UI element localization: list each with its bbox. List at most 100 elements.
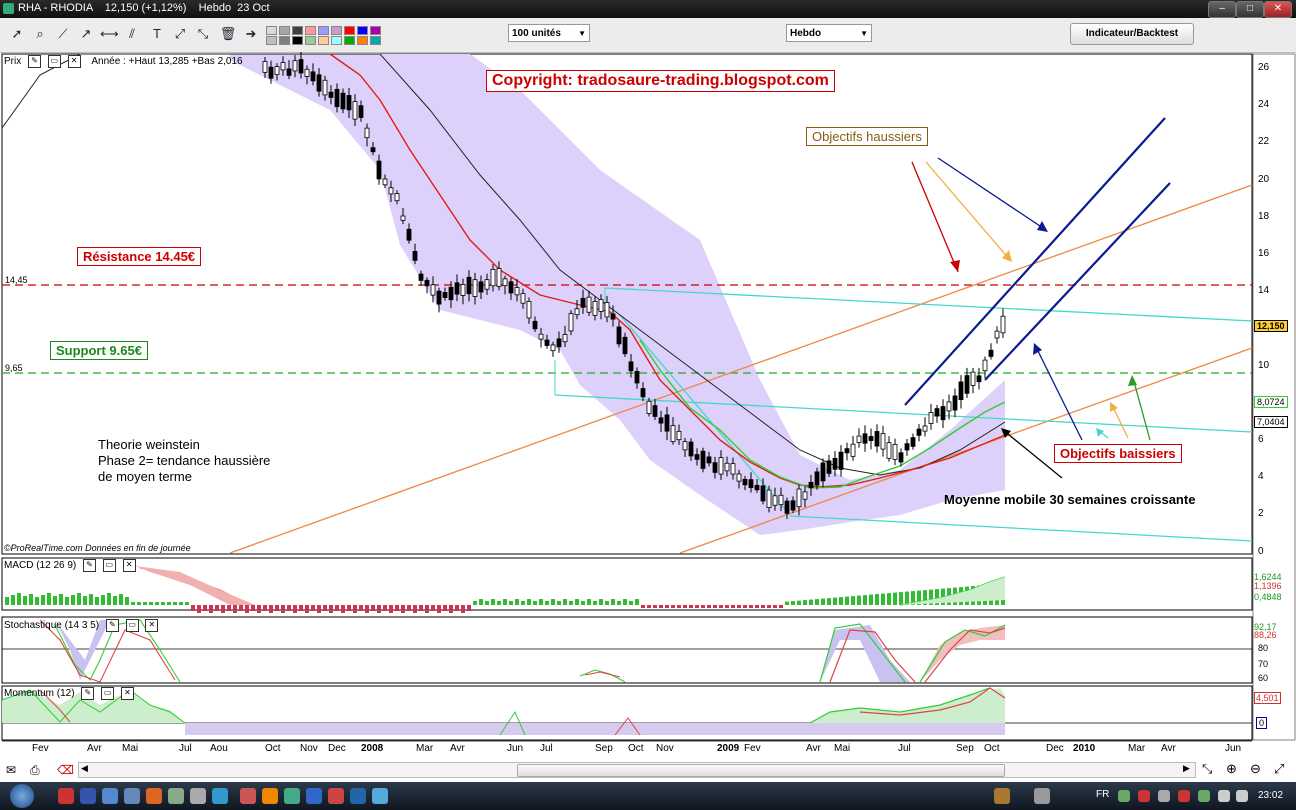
tray-icon[interactable] (1138, 790, 1150, 802)
ray-icon[interactable]: ↗ (77, 25, 95, 43)
close-button[interactable]: ✕ (1264, 1, 1292, 18)
macd-bar (833, 597, 837, 605)
tray-icon[interactable] (1178, 790, 1190, 802)
minimize-button[interactable]: – (1208, 1, 1236, 18)
taskbar-app-icon[interactable] (372, 788, 388, 804)
taskbar-app-icon[interactable] (58, 788, 74, 804)
mail-icon[interactable]: ✉ (6, 763, 16, 777)
taskbar-app-icon[interactable] (212, 788, 228, 804)
close-panel-icon[interactable]: ✕ (145, 619, 159, 632)
wrench-icon[interactable]: ✎ (81, 687, 95, 700)
macd-bar (689, 605, 693, 608)
window-icon[interactable]: ▭ (101, 687, 115, 700)
close-panel-icon[interactable]: ✕ (67, 55, 81, 68)
indicator-backtest-button[interactable]: Indicateur/Backtest (1070, 23, 1194, 45)
close-panel-icon[interactable]: ✕ (122, 559, 136, 572)
units-select[interactable]: 100 unités ▼ (508, 24, 590, 42)
cursor-icon[interactable]: ➚ (8, 25, 26, 43)
zoom-in-icon[interactable]: ⊕ (1226, 761, 1237, 777)
y-tick-label: 2 (1258, 508, 1264, 520)
close-panel-icon[interactable]: ✕ (120, 687, 134, 700)
color-swatch[interactable] (344, 36, 355, 45)
zoom-tool-icon[interactable]: ⤡ (1202, 761, 1212, 777)
color-swatch[interactable] (292, 26, 303, 35)
scroll-thumb[interactable] (517, 764, 1005, 777)
color-swatch[interactable] (370, 26, 381, 35)
taskbar-app-icon[interactable] (328, 788, 344, 804)
taskbar-app-icon[interactable] (124, 788, 140, 804)
trash-icon[interactable]: 🗑 (219, 25, 237, 43)
language-indicator[interactable]: FR (1096, 789, 1109, 800)
taskbar-app-icon[interactable] (168, 788, 184, 804)
zoom-out-icon[interactable]: ⊖ (1250, 761, 1261, 777)
window-icon[interactable]: ▭ (125, 619, 139, 632)
channel-icon[interactable]: ⫽ (123, 25, 141, 43)
macd-bar (71, 595, 75, 605)
horizontal-line-icon[interactable]: ⟷ (100, 25, 119, 43)
taskbar-app-icon[interactable] (284, 788, 300, 804)
fibonacci-icon[interactable]: ⤢ (171, 25, 189, 43)
zoom-icon[interactable]: ⌕ (31, 25, 49, 43)
taskbar-app-icon[interactable] (146, 788, 162, 804)
tray-icon[interactable] (1118, 790, 1130, 802)
macd-bar (143, 602, 147, 605)
window-icon[interactable]: ▭ (102, 559, 116, 572)
channel-upper (904, 117, 1166, 406)
color-swatch[interactable] (279, 36, 290, 45)
color-swatch[interactable] (305, 36, 316, 45)
y-tick-label: 6 (1258, 434, 1264, 445)
window-icon[interactable]: ▭ (47, 55, 61, 68)
tray-icon[interactable] (1236, 790, 1248, 802)
tray-icon[interactable] (1198, 790, 1210, 802)
macd-bar (239, 605, 243, 611)
taskbar-app-icon[interactable] (994, 788, 1010, 804)
taskbar-app-icon[interactable] (306, 788, 322, 804)
color-swatch[interactable] (370, 36, 381, 45)
start-button-icon[interactable] (10, 784, 34, 808)
macd-bar (497, 601, 501, 605)
delete-icon[interactable]: ⌫ (57, 763, 74, 777)
macd-bar (473, 601, 477, 605)
wrench-icon[interactable]: ✎ (105, 619, 119, 632)
taskbar-app-icon[interactable] (1034, 788, 1050, 804)
macd-bar (647, 605, 651, 608)
color-swatch[interactable] (331, 36, 342, 45)
taskbar-app-icon[interactable] (190, 788, 206, 804)
color-swatch[interactable] (305, 26, 316, 35)
line-icon[interactable]: ⟋ (54, 25, 72, 43)
arrow-right-icon[interactable]: ➜ (242, 25, 260, 43)
y-tick-label: 14 (1258, 285, 1270, 297)
tray-icon[interactable] (1158, 790, 1170, 802)
clock: 23:02 (1258, 790, 1284, 801)
color-swatch[interactable] (318, 26, 329, 35)
color-swatch[interactable] (331, 26, 342, 35)
wrench-icon[interactable]: ✎ (28, 55, 42, 68)
text-icon[interactable]: T (148, 25, 166, 43)
macd-bar (155, 602, 159, 605)
color-swatch[interactable] (357, 36, 368, 45)
horizontal-scrollbar[interactable]: ◀ ▶ (78, 762, 1196, 778)
taskbar-app-icon[interactable] (80, 788, 96, 804)
period-select[interactable]: Hebdo ▼ (786, 24, 872, 42)
macd-bar (5, 597, 9, 605)
color-swatch[interactable] (292, 36, 303, 45)
taskbar-app-icon[interactable] (102, 788, 118, 804)
color-swatch[interactable] (266, 36, 277, 45)
taskbar-app-icon[interactable] (240, 788, 256, 804)
wrench-icon[interactable]: ✎ (83, 559, 97, 572)
color-swatch[interactable] (318, 36, 329, 45)
maximize-button[interactable]: □ (1236, 1, 1264, 18)
color-swatch[interactable] (344, 26, 355, 35)
tray-icon[interactable] (1218, 790, 1230, 802)
color-swatch[interactable] (266, 26, 277, 35)
print-icon[interactable]: ⎙ (30, 763, 40, 778)
color-swatch[interactable] (357, 26, 368, 35)
color-swatch[interactable] (279, 26, 290, 35)
taskbar-app-icon[interactable] (262, 788, 278, 804)
taskbar-app-icon[interactable] (350, 788, 366, 804)
scroll-right-icon[interactable]: ▶ (1183, 763, 1190, 774)
chart-area[interactable] (0, 52, 1296, 762)
scroll-left-icon[interactable]: ◀ (81, 763, 88, 774)
arrows-icon[interactable]: ⤡ (194, 25, 212, 43)
fit-icon[interactable]: ⤢ (1274, 761, 1284, 777)
